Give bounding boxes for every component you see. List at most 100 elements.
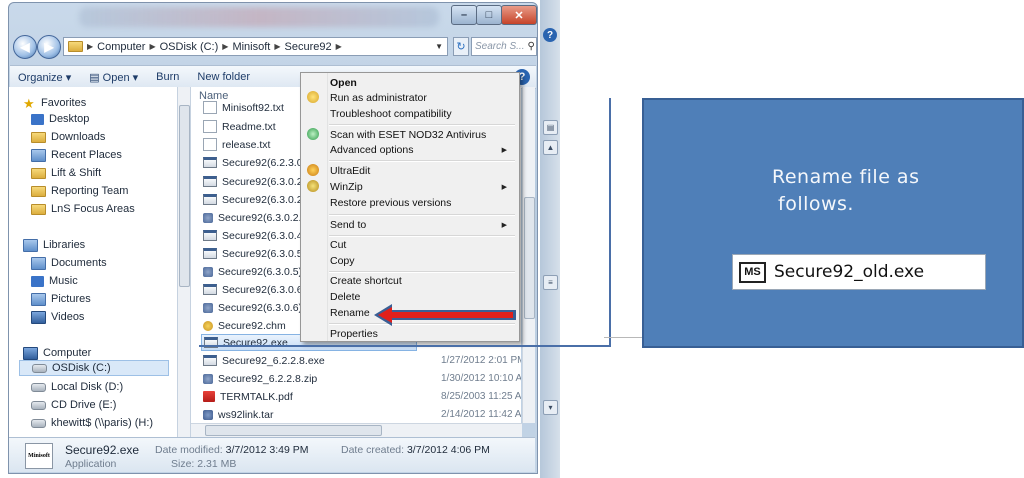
horizontal-scrollbar[interactable] [191, 423, 522, 437]
created-value: 3/7/2012 4:06 PM [406, 444, 490, 456]
burn-button[interactable]: Burn [156, 71, 179, 83]
nav-osdisk[interactable]: OSDisk (C:) [19, 360, 169, 376]
breadcrumb-minisoft[interactable]: Minisoft [232, 41, 270, 53]
nav-favorites[interactable]: ★ Favorites [23, 95, 86, 111]
size-value: 2.31 MB [197, 458, 237, 470]
breadcrumb-osdisk[interactable]: OSDisk (C:) [160, 41, 219, 53]
folder-icon [31, 185, 46, 197]
address-dropdown-icon[interactable]: ▼ [435, 42, 443, 51]
scroll-down-icon[interactable]: ▾ [543, 400, 558, 415]
nav-downloads[interactable]: Downloads [31, 129, 105, 145]
nav-desktop[interactable]: Desktop [31, 111, 89, 127]
star-icon: ★ [23, 95, 35, 111]
menu-item-ultraedit[interactable]: UltraEdit [327, 163, 517, 179]
scrollbar-thumb[interactable] [179, 105, 190, 287]
menu-label: Advanced options [330, 144, 414, 156]
nav-recent-places[interactable]: Recent Places [31, 147, 122, 163]
file-row[interactable]: ws92link.tar 2/14/2012 11:42 A... [203, 406, 521, 423]
callout-connector [609, 98, 611, 347]
organize-button[interactable]: Organize ▾ [18, 71, 71, 84]
nav-label: khewitt$ (\\paris) (H:) [51, 417, 154, 429]
nav-cd-drive[interactable]: CD Drive (E:) [31, 397, 116, 413]
callout-line-1: Rename file as [772, 166, 920, 188]
exe-file-icon [203, 355, 217, 366]
chevron-right-icon: ▶ [222, 42, 229, 51]
text-file-icon [203, 120, 217, 133]
nav-pictures[interactable]: Pictures [31, 291, 91, 307]
libraries-icon [23, 238, 38, 252]
details-date-modified: Date modified: 3/7/2012 3:49 PM [155, 444, 309, 456]
nav-label: Favorites [41, 97, 87, 109]
menu-item-create-shortcut[interactable]: Create shortcut [327, 273, 517, 289]
music-icon [31, 275, 44, 287]
menu-item-troubleshoot[interactable]: Troubleshoot compatibility [327, 106, 517, 122]
file-name: Readme.txt [222, 120, 276, 133]
drive-icon [31, 382, 46, 392]
file-list-scrollbar[interactable] [522, 87, 535, 423]
nav-label: Recent Places [51, 149, 122, 161]
scrollbar-thumb[interactable] [205, 425, 382, 436]
menu-item-advanced-options[interactable]: Advanced options ▶ [327, 142, 517, 158]
menu-item-open[interactable]: Open [327, 75, 517, 91]
maximize-button[interactable]: □ [476, 5, 502, 25]
nav-local-disk[interactable]: Local Disk (D:) [31, 379, 123, 395]
menu-separator [329, 214, 515, 216]
refresh-button[interactable]: ↻ [453, 37, 469, 56]
file-row[interactable]: TERMTALK.pdf 8/25/2003 11:25 A... [203, 388, 521, 405]
callout-instruction: Rename file as follows. [772, 164, 1012, 218]
chevron-right-icon: ▶ [149, 42, 156, 51]
menu-item-winzip[interactable]: WinZip ▶ [327, 179, 517, 195]
scroll-button[interactable]: ≡ [543, 275, 558, 290]
menu-item-restore-versions[interactable]: Restore previous versions [327, 195, 517, 211]
minimize-button[interactable]: – [451, 5, 477, 25]
nav-videos[interactable]: Videos [31, 309, 84, 325]
minisoft-app-icon: MS [739, 261, 766, 283]
navpane-scrollbar[interactable] [178, 87, 191, 437]
nav-network-drive[interactable]: khewitt$ (\\paris) (H:) [31, 415, 153, 431]
file-name: release.txt [222, 138, 271, 151]
scroll-up-icon[interactable]: ▲ [543, 140, 558, 155]
scrollbar-thumb[interactable] [524, 197, 535, 319]
navigation-pane: ★ Favorites Desktop Downloads Recent Plac… [9, 87, 178, 437]
back-button[interactable]: ◀ [13, 35, 37, 59]
menu-item-properties[interactable]: Properties [327, 326, 517, 342]
menu-item-run-as-admin[interactable]: Run as administrator [327, 90, 517, 106]
desktop-icon [31, 113, 44, 125]
menu-item-send-to[interactable]: Send to ▶ [327, 217, 517, 233]
modified-label: Date modified: [155, 444, 223, 456]
menu-separator [329, 124, 515, 126]
nav-reporting-team[interactable]: Reporting Team [31, 183, 128, 199]
nav-documents[interactable]: Documents [31, 255, 107, 271]
file-date: 1/30/2012 10:10 A... [441, 373, 521, 384]
address-bar[interactable]: ▶ Computer ▶ OSDisk (C:) ▶ Minisoft ▶ Se… [63, 37, 448, 56]
file-row[interactable]: Secure92_6.2.2.8.exe 1/27/2012 2:01 PM [203, 352, 521, 369]
nav-lns-focus[interactable]: LnS Focus Areas [31, 201, 135, 217]
menu-label: Send to [330, 219, 367, 231]
new-file-name-example: MS Secure92_old.exe [732, 254, 986, 290]
menu-item-copy[interactable]: Copy [327, 253, 517, 269]
breadcrumb-secure92[interactable]: Secure92 [285, 41, 332, 53]
nav-music[interactable]: Music [31, 273, 78, 289]
scroll-button[interactable]: ▤ [543, 120, 558, 135]
recent-places-icon [31, 148, 46, 162]
nav-label: Desktop [49, 113, 90, 125]
help-icon[interactable]: ? [543, 28, 557, 42]
nav-libraries[interactable]: Libraries [23, 237, 85, 253]
nav-lift-shift[interactable]: Lift & Shift [31, 165, 101, 181]
new-folder-button[interactable]: New folder [197, 71, 250, 83]
submenu-arrow-icon: ▶ [501, 147, 507, 154]
search-input[interactable]: Search S... ⚲ [471, 37, 537, 56]
nav-computer[interactable]: Computer [23, 345, 91, 361]
search-placeholder: Search S... [475, 41, 525, 52]
folder-icon [31, 167, 46, 179]
menu-item-scan-eset[interactable]: Scan with ESET NOD32 Antivirus [327, 127, 517, 143]
file-row[interactable]: Secure92_6.2.2.8.zip 1/30/2012 10:10 A... [203, 370, 521, 387]
open-button[interactable]: ▤ Open ▾ [89, 71, 138, 84]
breadcrumb-computer[interactable]: Computer [97, 41, 145, 53]
file-name: Secure92_6.2.2.8.zip [218, 372, 318, 385]
menu-item-cut[interactable]: Cut [327, 237, 517, 253]
shield-icon [307, 91, 319, 103]
forward-button[interactable]: ▶ [37, 35, 61, 59]
close-button[interactable]: ✕ [501, 5, 537, 25]
network-drive-icon [31, 418, 46, 428]
